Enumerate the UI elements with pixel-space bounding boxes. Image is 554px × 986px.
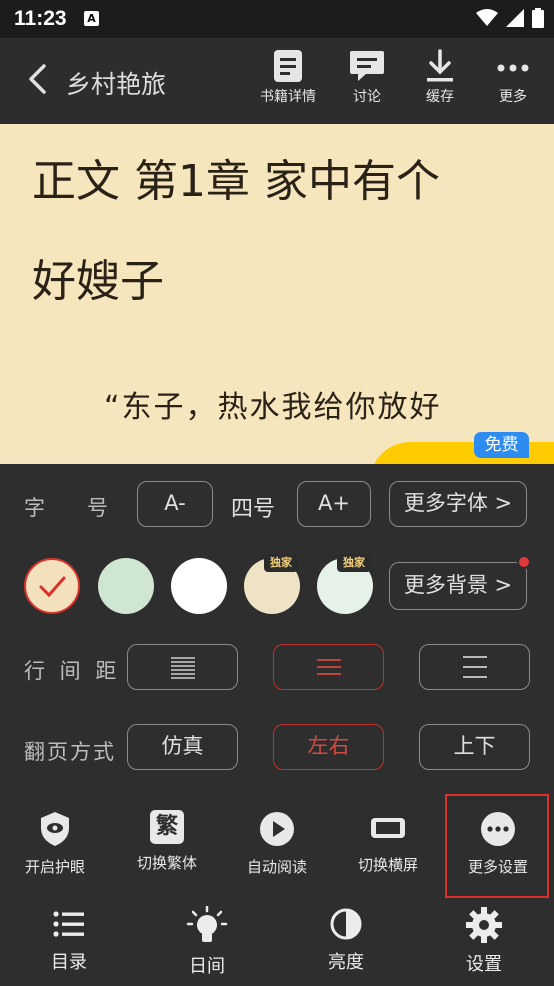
download-icon (427, 49, 453, 82)
nav-brightness[interactable]: 亮度 (291, 906, 401, 974)
more-fonts-button[interactable]: 更多字体 > (389, 481, 527, 527)
background-swatch-exclusive-2[interactable]: 独家 (317, 554, 373, 614)
chat-icon (350, 51, 384, 81)
wifi-icon (476, 9, 498, 26)
nav-catalog[interactable]: 目录 (14, 906, 124, 974)
paragraph-text: “东子，热水我给你放好 (104, 390, 442, 425)
auto-read-button[interactable]: 自动阅读 (222, 810, 332, 877)
new-indicator-dot (517, 555, 531, 569)
lightbulb-icon (186, 906, 228, 942)
page-turn-simulation[interactable]: 仿真 (127, 724, 238, 770)
line-spacing-compact[interactable] (127, 644, 238, 690)
more-button[interactable]: 更多 (478, 48, 548, 106)
chapter-title-line2: 好嫂子 (32, 256, 164, 307)
line-spacing-medium[interactable] (273, 644, 384, 690)
page-turn-horizontal[interactable]: 左右 (273, 724, 384, 770)
nav-settings[interactable]: 设置 (429, 906, 539, 976)
traditional-chinese-button[interactable]: 繁 切换繁体 (112, 810, 222, 873)
status-time: 11:23 (14, 7, 67, 30)
signal-icon (506, 9, 524, 27)
landscape-icon (371, 818, 405, 838)
book-title: 乡村艳旅 (66, 70, 167, 99)
font-size-value: 四号 (231, 497, 276, 522)
line-spacing-wide[interactable] (419, 644, 530, 690)
more-label: 更多 (499, 89, 527, 105)
background-swatch-exclusive-1[interactable]: 独家 (244, 554, 300, 614)
wide-spacing-icon (462, 656, 487, 678)
status-bar: 11:23 A (0, 0, 554, 38)
traditional-char-icon: 繁 (150, 810, 184, 844)
cache-button[interactable]: 缓存 (405, 48, 475, 106)
nav-settings-label: 设置 (466, 954, 502, 975)
list-icon (53, 911, 84, 937)
nav-catalog-label: 目录 (51, 952, 87, 973)
cache-label: 缓存 (426, 89, 454, 105)
system-icons (476, 8, 544, 28)
brightness-icon (330, 908, 362, 940)
traditional-char-glyph: 繁 (155, 814, 178, 839)
nav-brightness-label: 亮度 (328, 952, 364, 973)
background-swatch-white[interactable] (171, 558, 227, 614)
reader-header: 乡村艳旅 书籍详情 讨论 缓存 更多 (0, 38, 554, 124)
more-dots-icon (497, 64, 529, 72)
nav-day-mode[interactable]: 日间 (152, 906, 262, 978)
more-backgrounds-button[interactable]: 更多背景 > (389, 562, 527, 610)
compact-spacing-icon (170, 657, 195, 679)
eye-protection-label: 开启护眼 (24, 858, 85, 876)
background-swatch-selected[interactable] (24, 558, 80, 614)
background-swatch-green[interactable] (98, 558, 154, 614)
landscape-label: 切换横屏 (357, 856, 418, 874)
book-details-icon (274, 50, 302, 82)
highlight-box (445, 794, 549, 898)
auto-read-label: 自动阅读 (246, 858, 307, 876)
font-size-label: 字 号 (24, 496, 108, 520)
page-turn-vertical[interactable]: 上下 (419, 724, 530, 770)
notification-icon: A (84, 11, 99, 26)
font-increase-button[interactable]: A+ (297, 481, 371, 527)
line-spacing-label: 行 间 距 (24, 659, 121, 683)
medium-spacing-icon (316, 659, 341, 675)
free-badge: 免费 (474, 432, 529, 458)
nav-day-mode-label: 日间 (189, 956, 225, 977)
checkmark-icon (39, 576, 66, 598)
exclusive-tag: 独家 (337, 554, 371, 572)
play-icon (260, 812, 294, 846)
book-details-label: 书籍详情 (260, 89, 316, 105)
chapter-title: 正文 第1章 家中有个 好嫂子 (32, 152, 532, 312)
book-details-button[interactable]: 书籍详情 (253, 48, 323, 106)
landscape-button[interactable]: 切换横屏 (333, 810, 443, 875)
discussion-button[interactable]: 讨论 (332, 48, 402, 106)
discussion-label: 讨论 (353, 89, 381, 105)
eye-protection-button[interactable]: 开启护眼 (0, 810, 110, 877)
font-decrease-button[interactable]: A- (137, 481, 213, 527)
battery-icon (532, 8, 544, 28)
chapter-title-line1: 正文 第1章 家中有个 (32, 156, 440, 207)
exclusive-tag: 独家 (264, 554, 298, 572)
traditional-chinese-label: 切换繁体 (136, 854, 197, 872)
back-arrow-icon[interactable] (22, 62, 56, 96)
gear-icon (466, 907, 502, 943)
page-turn-label: 翻页方式 (24, 740, 116, 764)
eye-shield-icon (41, 812, 69, 846)
reading-page[interactable]: 正文 第1章 家中有个 好嫂子 “东子，热水我给你放好 免费 (0, 124, 554, 464)
